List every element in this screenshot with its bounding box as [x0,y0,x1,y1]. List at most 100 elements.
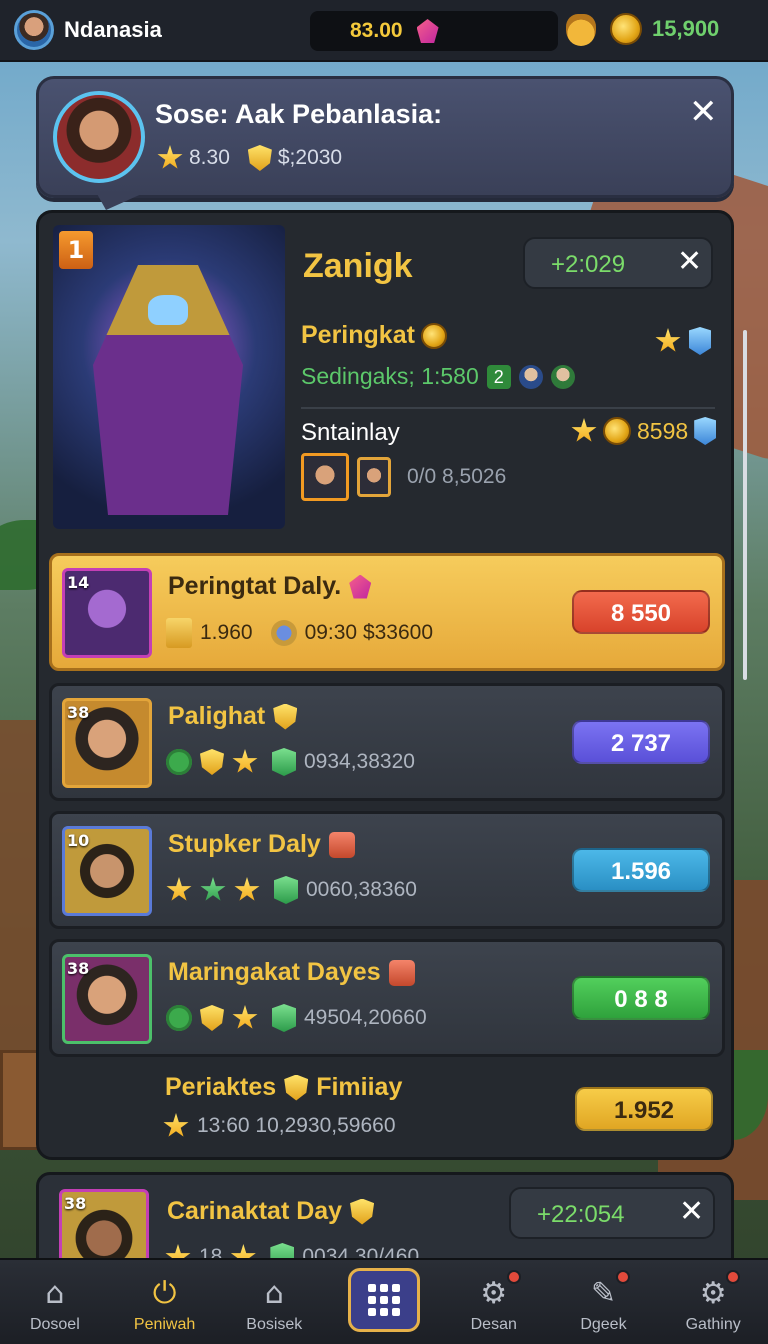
row-stats: 1.960 09:30 $33600 [166,618,433,648]
close-icon[interactable]: ✕ [677,247,702,277]
row-avatar: 38 [62,954,152,1044]
row-level: 38 [67,703,90,722]
coin-icon [610,13,642,45]
row-stats-text: 49504,20660 [304,1006,427,1029]
ranking-label-text: Peringkat [301,321,415,349]
nav-item-clock[interactable]: ⏻ Peniwah [110,1260,220,1344]
row-stats-text: 0934,38320 [304,750,415,773]
blue-gem-icon [694,417,717,445]
featured-rank-icons [655,327,711,355]
hero-portrait: 1 [53,225,285,529]
gold-amount: 15,900 [652,16,720,41]
notification-dot [726,1270,741,1284]
house-outline-icon: ⌂ [264,1275,284,1311]
featured-entry[interactable]: 1 Zanigk +2:029 ✕ Peringkat Sedingaks; 1… [39,213,731,541]
shield-icon [200,749,224,775]
shield-icon [200,1005,224,1031]
strategy-value-group: 8598 [571,417,717,445]
green-gem-icon [272,1004,296,1032]
player-name: Ndanasia [64,17,162,42]
row-name: Palighat [168,702,298,731]
notification-dot [506,1270,521,1284]
row-stats-text: 0060,38360 [306,878,417,901]
notification-banner[interactable]: Sose: Aak Pebanlasia: 8.30 $;2030 ✕ [36,76,734,198]
featured-delta: +2:029 [551,251,626,278]
green-gem-icon [272,748,296,776]
row-level: 38 [67,959,90,978]
row-name-text: Peringtat Daly. [168,572,342,600]
leaderboard-row[interactable]: 14 Peringtat Daly. 1.960 09:30 $33600 8 … [49,553,725,671]
tag-icon: 2 [486,364,511,389]
nav-item-menu[interactable] [329,1260,439,1344]
close-icon[interactable]: ✕ [679,1197,704,1227]
notification-stats: 8.30 $;2030 [157,145,342,171]
featured-subline: Sedingaks; 1:580 2 [301,363,575,390]
row-stats: 0934,38320 [166,748,415,776]
grid-icon [368,1284,401,1316]
nav-item-house[interactable]: ⌂ Bosisek [219,1260,329,1344]
row-stats-text: 13:60 10,2930,59660 [197,1114,396,1137]
rank-badge: 1 [59,231,93,269]
leaderboard-row[interactable]: 38 Palighat 0934,38320 2 737 [49,683,725,801]
row-name: Maringakat Dayes [168,958,415,987]
player-avatar[interactable] [14,10,54,50]
row-name: Peringtat Daly. [168,572,372,601]
clock-icon: ⏻ [152,1275,177,1311]
row-score-button[interactable]: 2 737 [572,720,710,764]
featured-delta-pill: +2:029 ✕ [523,237,713,289]
leaderboard-row[interactable]: 38 Carinaktat Day +22:054 ✕ 18 0034 30/4… [36,1172,734,1272]
top-bar: Ndanasia 83.00 15,900 [0,0,768,62]
row-avatar: 14 [62,568,152,658]
row-name: Stupker Daly [168,830,355,859]
row-stat-b: 09:30 $33600 [304,621,434,644]
coin-icon [420,322,447,349]
nav-item-home[interactable]: ⌂ Dosoel [0,1260,110,1344]
close-notification-icon[interactable]: ✕ [689,95,718,129]
row-score-button[interactable]: 1.952 [575,1087,713,1131]
shield-icon [350,1198,375,1225]
row-name: Carinaktat Day [167,1197,375,1226]
gold-pot-icon[interactable] [566,14,596,46]
bottom-navigation: ⌂ Dosoel ⏻ Peniwah ⌂ Bosisek ⚙ Desan ✎ D… [0,1258,768,1344]
bottom-delta: +22:054 [537,1201,625,1228]
row-score-button[interactable]: 0 8 8 [572,976,710,1020]
nav-label: Gathiny [685,1316,741,1333]
row-name-text-2: Fimiiay [316,1073,403,1101]
star-icon [232,1005,258,1029]
notification-star-value: 8.30 [189,146,230,169]
row-score-button[interactable]: 8 550 [572,590,710,634]
nav-item-gathiny[interactable]: ⚙ Gathiny [658,1260,768,1344]
row-avatar: 10 [62,826,152,916]
nav-label: Dosoel [29,1316,80,1333]
leaderboard-row[interactable]: 10 Stupker Daly 0060,38360 1.596 [49,811,725,929]
red-gem-icon [388,959,415,986]
strategy-label: Sntainlay [301,419,400,446]
nav-item-dgeek[interactable]: ✎ Dgeek [549,1260,659,1344]
featured-name: Zanigk [303,247,413,285]
leaderboard-row[interactable]: Periaktes Fimiiay 13:60 10,2930,59660 1.… [49,1061,725,1161]
gem-icon [416,19,439,43]
gem-counter[interactable]: 83.00 [310,11,558,51]
star-icon [166,877,192,901]
green-star-icon [200,877,226,901]
row-level: 14 [67,573,90,592]
row-name-text: Carinaktat Day [167,1197,343,1225]
clover-icon [166,1005,192,1031]
row-name-text: Stupker Daly [168,830,321,858]
leaderboard-row[interactable]: 38 Maringakat Dayes 49504,20660 0 8 8 [49,939,725,1057]
mini-avatar-icon [550,364,575,389]
row-level: 10 [67,831,90,850]
featured-stats: 0/0 8,5026 [407,465,507,488]
shield-icon [247,145,272,171]
menu-button[interactable] [348,1268,421,1332]
team-member-avatar[interactable] [357,457,391,497]
team-member-avatar[interactable] [301,453,349,501]
row-score-button[interactable]: 1.596 [572,848,710,892]
row-level: 38 [64,1194,87,1213]
nav-label: Peniwah [133,1316,196,1333]
divider [301,407,715,409]
row-name-text: Maringakat Dayes [168,958,381,986]
scrollbar[interactable] [743,330,747,680]
shield-icon [284,1074,309,1101]
nav-item-desan[interactable]: ⚙ Desan [439,1260,549,1344]
